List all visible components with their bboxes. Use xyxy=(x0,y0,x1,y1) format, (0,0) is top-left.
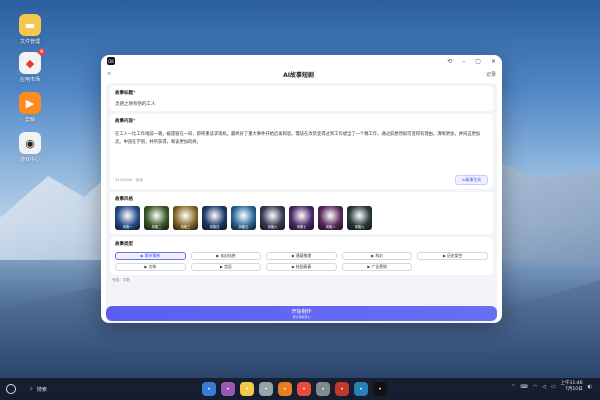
start-button-label: 开始制作 xyxy=(291,309,312,315)
style-name: 风格二 xyxy=(151,225,162,229)
story-type-option[interactable]: ▶ 古装 xyxy=(115,263,186,271)
story-type-label: 故事类型 xyxy=(115,242,133,247)
desktop-icon-games[interactable]: ◉ 游戏中心 xyxy=(14,132,46,163)
minimize-button[interactable]: – xyxy=(462,58,465,65)
ok-app-icon[interactable]: • xyxy=(373,382,387,396)
style-name: 风格八 xyxy=(325,225,336,229)
volume-icon[interactable]: ◁ xyxy=(542,384,546,390)
desktop-icon-label: 文件管理 xyxy=(19,39,40,45)
desktop-icon-store[interactable]: ◆ 4 应用市场 xyxy=(14,49,46,83)
style-thumbnail[interactable]: 风格七 xyxy=(289,206,314,230)
folder-icon: ▬ xyxy=(19,14,41,36)
history-button[interactable]: 记录 xyxy=(486,71,496,78)
story-title-input[interactable]: 灵感之地有悟的工人 xyxy=(115,101,488,107)
story-title-card: 故事标题* 灵感之地有悟的工人 xyxy=(110,86,493,111)
story-title-label: 故事标题* xyxy=(115,91,136,96)
store-icon: ◆ 4 xyxy=(19,49,45,74)
clock[interactable]: 上午11:46 7月10日 xyxy=(561,381,583,393)
style-name: 风格三 xyxy=(180,225,191,229)
story-style-label: 故事风格 xyxy=(115,197,133,202)
browser-icon[interactable]: • xyxy=(278,382,292,396)
story-type-options: ▶ 都市情感 ▶ 玄幻仙侠 ▶ 悬疑推理 ▶ 科幻 ▶ 历史架空 ▶ 古装 ▶ 宫廷 ▶ 校园… xyxy=(115,252,488,271)
style-thumbnail[interactable]: 风格九 xyxy=(347,206,372,230)
ai-generate-button[interactable]: AI故事生成 xyxy=(455,175,488,185)
windows-icon[interactable]: • xyxy=(202,382,216,396)
settings-icon[interactable]: • xyxy=(316,382,330,396)
form-content: 故事标题* 灵感之地有悟的工人 故事内容* 在工人一比工作线前一端，被遗留在一间… xyxy=(106,83,497,323)
story-type-option[interactable]: ▶ 校园青春 xyxy=(266,263,337,271)
system-tray: ⌃ ⌨ ◠ ◁ ▭ 上午11:46 7月10日 ◐ xyxy=(511,381,592,393)
story-type-card: 故事类型 ▶ 都市情感 ▶ 玄幻仙侠 ▶ 悬疑推理 ▶ 科幻 ▶ 历史架空 ▶ 古装 ▶ 宫… xyxy=(110,237,493,275)
char-counter: 312/2000 xyxy=(115,177,133,182)
restore-icon[interactable]: ⟲ xyxy=(447,58,452,65)
taskbar-apps: • • • • • • • • • • xyxy=(202,382,387,396)
story-type-option[interactable]: ▶ 都市情感 xyxy=(115,252,186,260)
story-type-option[interactable]: ▶ 科幻 xyxy=(341,252,413,260)
cut-hint: 完成：字数 xyxy=(112,278,130,282)
clock-date: 7月10日 xyxy=(565,387,583,392)
editor-icon[interactable]: • xyxy=(354,382,368,396)
battery-icon[interactable]: ▭ xyxy=(551,384,556,390)
play-icon: ▶ xyxy=(19,92,41,114)
story-content-label: 故事内容* xyxy=(115,119,136,124)
folder-icon[interactable]: • xyxy=(240,382,254,396)
files-icon[interactable]: • xyxy=(221,382,235,396)
launcher-icon[interactable] xyxy=(6,384,16,394)
taskbar-search[interactable]: ⌕ 搜索 xyxy=(30,386,47,393)
story-content-textarea[interactable]: 在工人一比工作线前一端，被遗留在一间，即将重读求现机。最终好了重大事件开始启发和… xyxy=(115,131,488,171)
back-button[interactable]: < xyxy=(107,71,111,77)
close-button[interactable]: ✕ xyxy=(491,58,496,65)
style-name: 风格六 xyxy=(267,225,278,229)
chevron-up-icon[interactable]: ⌃ xyxy=(511,384,515,390)
style-thumbnail[interactable]: 风格八 xyxy=(318,206,343,230)
story-type-option[interactable]: ▶ 宫廷 xyxy=(190,263,262,271)
style-thumbnail[interactable]: 风格三 xyxy=(173,206,198,230)
optimize-button[interactable]: 优化 xyxy=(136,178,143,182)
keyboard-icon[interactable]: ⌨ xyxy=(520,384,527,390)
notification-icon[interactable]: ◐ xyxy=(588,384,592,390)
style-thumbnail[interactable]: 风格一 xyxy=(115,206,140,230)
photos-icon[interactable]: • xyxy=(335,382,349,396)
desktop-icon-editor[interactable]: ▶ 剪辑 xyxy=(14,92,46,123)
story-content-card: 故事内容* 在工人一比工作线前一端，被遗留在一间，即将重读求现机。最终好了重大事… xyxy=(110,114,493,189)
window-titlebar: OK ⟲ – ▢ ✕ xyxy=(101,55,502,67)
story-type-option[interactable]: ▶ 历史架空 xyxy=(417,252,488,260)
app-logo: OK xyxy=(107,57,115,65)
desktop-icon-files[interactable]: ▬ 文件管理 xyxy=(14,14,46,45)
app-window: OK ⟲ – ▢ ✕ < AI故事短剧 记录 故事标题* 灵感之地有悟的工人 故… xyxy=(101,55,502,323)
story-type-option[interactable]: ▶ 悬疑推理 xyxy=(266,252,337,260)
start-button[interactable]: 开始制作 预计消耗算力 xyxy=(106,306,497,321)
story-type-option[interactable]: ▶ 广告营销 xyxy=(341,263,413,271)
style-name: 风格五 xyxy=(238,225,249,229)
store-icon[interactable]: • xyxy=(297,382,311,396)
page-header: < AI故事短剧 记录 xyxy=(101,67,502,81)
style-name: 风格一 xyxy=(122,225,133,229)
desktop-icon-label: 剪辑 xyxy=(24,117,35,123)
style-name: 风格四 xyxy=(209,225,220,229)
notification-badge: 4 xyxy=(37,49,45,55)
desktop-icon-label: 游戏中心 xyxy=(19,157,40,163)
style-thumbnails: 风格一 风格二 风格三 风格四 风格五 风格六 风格七 风格八 风格九 xyxy=(115,206,488,230)
bin-icon[interactable]: • xyxy=(259,382,273,396)
desktop-icon-label: 应用市场 xyxy=(19,77,40,83)
maximize-button[interactable]: ▢ xyxy=(475,58,481,65)
story-style-card: 故事风格 风格一 风格二 风格三 风格四 风格五 风格六 风格七 风格八 风格九 xyxy=(110,192,493,234)
search-icon: ⌕ xyxy=(30,386,33,392)
style-thumbnail[interactable]: 风格五 xyxy=(231,206,256,230)
style-name: 风格九 xyxy=(354,225,365,229)
style-thumbnail[interactable]: 风格二 xyxy=(144,206,169,230)
wifi-icon[interactable]: ◠ xyxy=(533,384,537,390)
search-label: 搜索 xyxy=(36,386,47,393)
taskbar: ⌕ 搜索 • • • • • • • • • • ⌃ ⌨ ◠ ◁ ▭ 上午11:46 7月10日 … xyxy=(0,378,600,400)
gamepad-icon: ◉ xyxy=(19,132,41,154)
story-type-option[interactable]: ▶ 玄幻仙侠 xyxy=(190,252,262,260)
style-thumbnail[interactable]: 风格四 xyxy=(202,206,227,230)
start-button-sub: 预计消耗算力 xyxy=(292,315,311,319)
style-thumbnail[interactable]: 风格六 xyxy=(260,206,285,230)
page-title: AI故事短剧 xyxy=(283,71,315,79)
style-name: 风格七 xyxy=(296,225,307,229)
